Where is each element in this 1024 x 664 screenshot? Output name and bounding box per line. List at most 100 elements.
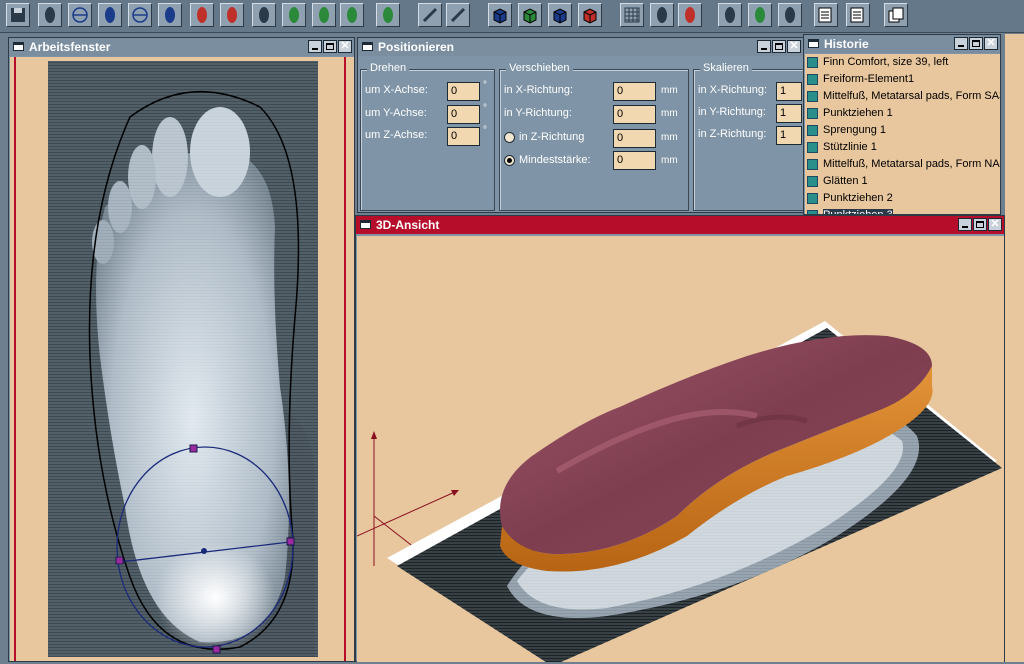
- foot-outline-icon-glyph: [105, 7, 115, 23]
- burst-icon[interactable]: [190, 3, 214, 27]
- red-foot-icon[interactable]: [678, 3, 702, 27]
- maximize-button[interactable]: [323, 40, 337, 53]
- minimize-button[interactable]: [954, 37, 968, 50]
- grid-icon[interactable]: [620, 3, 644, 27]
- history-item[interactable]: Freiform-Element1: [805, 71, 1000, 88]
- history-item[interactable]: Punktziehen 2: [805, 190, 1000, 207]
- history-step-icon: [807, 91, 818, 102]
- history-item[interactable]: Stützlinie 1: [805, 139, 1000, 156]
- list-doc-icon-glyph: [818, 7, 832, 23]
- pencil-icon[interactable]: [418, 3, 442, 27]
- foot-r-icon-glyph: [289, 7, 299, 23]
- grey-sole-icon[interactable]: [778, 3, 802, 27]
- green-foot-grey-icon[interactable]: [340, 3, 364, 27]
- green-foot-icon[interactable]: [312, 3, 336, 27]
- scale-y-field[interactable]: 1: [776, 104, 802, 123]
- skalieren-row-z: in Z-Richtung:: [698, 128, 766, 140]
- skalieren-title: Skalieren: [700, 62, 752, 74]
- rotate-y-unit: °: [483, 103, 487, 114]
- grid-icon-glyph: [624, 7, 640, 23]
- minimize-button[interactable]: [958, 218, 972, 231]
- crosshair-circle-icon[interactable]: [128, 3, 152, 27]
- close-button[interactable]: ✕: [984, 37, 998, 50]
- move-x-field[interactable]: 0: [613, 82, 656, 101]
- rotate-z-field[interactable]: 0: [447, 127, 480, 146]
- positionieren-window: Positionieren ✕ Drehen um X-Achse: 0 ° u…: [357, 37, 806, 213]
- wave-icon-glyph: [657, 7, 667, 23]
- cube-outline-icon-glyph: [553, 8, 567, 24]
- history-item[interactable]: Mittelfuß, Metatarsal pads, Form NA11: [805, 156, 1000, 173]
- save-icon[interactable]: [6, 3, 30, 27]
- window-icon[interactable]: [362, 42, 373, 51]
- cube-green-icon[interactable]: [518, 3, 542, 27]
- wave-icon[interactable]: [650, 3, 674, 27]
- foot-scan-image: [14, 57, 346, 661]
- shield-icon[interactable]: [158, 3, 182, 27]
- copy-icon-glyph: [888, 7, 904, 23]
- verschieben-row-z: in Z-Richtung: [504, 131, 584, 143]
- history-item[interactable]: Finn Comfort, size 39, left: [805, 54, 1000, 71]
- close-button[interactable]: ✕: [988, 218, 1002, 231]
- green-sole-icon[interactable]: [748, 3, 772, 27]
- maximize-button[interactable]: [973, 218, 987, 231]
- cube-red-icon[interactable]: [578, 3, 602, 27]
- min-thickness-field[interactable]: 0: [613, 151, 656, 170]
- 3d-viewport[interactable]: [357, 236, 1004, 662]
- list-doc-2-icon[interactable]: [846, 3, 870, 27]
- cube-outline-icon[interactable]: [548, 3, 572, 27]
- circle-minus-icon[interactable]: [68, 3, 92, 27]
- history-item-label: Punktziehen 3: [823, 209, 893, 214]
- history-step-icon: [807, 108, 818, 119]
- history-item[interactable]: Punktziehen 3: [805, 207, 1000, 214]
- cube-blue-icon[interactable]: [488, 3, 512, 27]
- cube-blue-icon-glyph: [493, 8, 507, 24]
- history-step-icon: [807, 74, 818, 85]
- positionieren-titlebar[interactable]: Positionieren ✕: [358, 38, 803, 56]
- footprint-pair-icon[interactable]: [718, 3, 742, 27]
- scale-x-field[interactable]: 1: [776, 82, 802, 101]
- history-list[interactable]: Finn Comfort, size 39, left Freiform-Elem…: [805, 54, 1000, 214]
- scale-z-field[interactable]: 1: [776, 126, 802, 145]
- history-item-label: Freiform-Element1: [823, 73, 915, 85]
- arbeitsfenster-titlebar[interactable]: Arbeitsfenster ✕: [9, 38, 354, 56]
- rotate-x-field[interactable]: 0: [447, 82, 480, 101]
- history-item[interactable]: Punktziehen 1: [805, 105, 1000, 122]
- history-item-label: Glätten 1: [823, 175, 868, 187]
- move-z-field[interactable]: 0: [613, 129, 656, 148]
- window-icon[interactable]: [808, 39, 819, 48]
- green-layer-icon[interactable]: [376, 3, 400, 27]
- history-item-label: Sprengung 1: [823, 124, 886, 136]
- copy-icon[interactable]: [884, 3, 908, 27]
- ruler-icon[interactable]: [446, 3, 470, 27]
- history-item[interactable]: Glätten 1: [805, 173, 1000, 190]
- min-thickness-radio[interactable]: [504, 154, 515, 166]
- move-z-label: in Z-Richtung: [519, 131, 585, 143]
- move-y-field[interactable]: 0: [613, 105, 656, 124]
- maximize-button[interactable]: [772, 40, 786, 53]
- minimize-button[interactable]: [757, 40, 771, 53]
- foot-scan-canvas[interactable]: [10, 57, 354, 661]
- history-item[interactable]: Sprengung 1: [805, 122, 1000, 139]
- minimize-button[interactable]: [308, 40, 322, 53]
- 3d-view-titlebar[interactable]: 3D-Ansicht ✕: [356, 216, 1004, 234]
- foot-outline-icon[interactable]: [98, 3, 122, 27]
- foot-r-icon[interactable]: [282, 3, 306, 27]
- history-item-label: Punktziehen 2: [823, 192, 893, 204]
- close-button[interactable]: ✕: [338, 40, 352, 53]
- move-x-unit: mm: [661, 85, 678, 96]
- red-profile-icon[interactable]: [220, 3, 244, 27]
- window-icon[interactable]: [360, 220, 371, 229]
- window-icon[interactable]: [13, 42, 24, 51]
- drehen-row-z: um Z-Achse:: [365, 129, 427, 141]
- list-doc-icon[interactable]: [814, 3, 838, 27]
- history-item[interactable]: Mittelfuß, Metatarsal pads, Form SA31: [805, 88, 1000, 105]
- foot-adjust-icon[interactable]: [38, 3, 62, 27]
- close-button[interactable]: ✕: [787, 40, 801, 53]
- maximize-button[interactable]: [969, 37, 983, 50]
- iron-icon[interactable]: [252, 3, 276, 27]
- skalieren-row-y: in Y-Richtung:: [698, 106, 766, 118]
- z-direction-radio[interactable]: [504, 131, 515, 143]
- move-y-unit: mm: [661, 108, 678, 119]
- rotate-y-field[interactable]: 0: [447, 105, 480, 124]
- historie-titlebar[interactable]: Historie ✕: [804, 35, 1000, 53]
